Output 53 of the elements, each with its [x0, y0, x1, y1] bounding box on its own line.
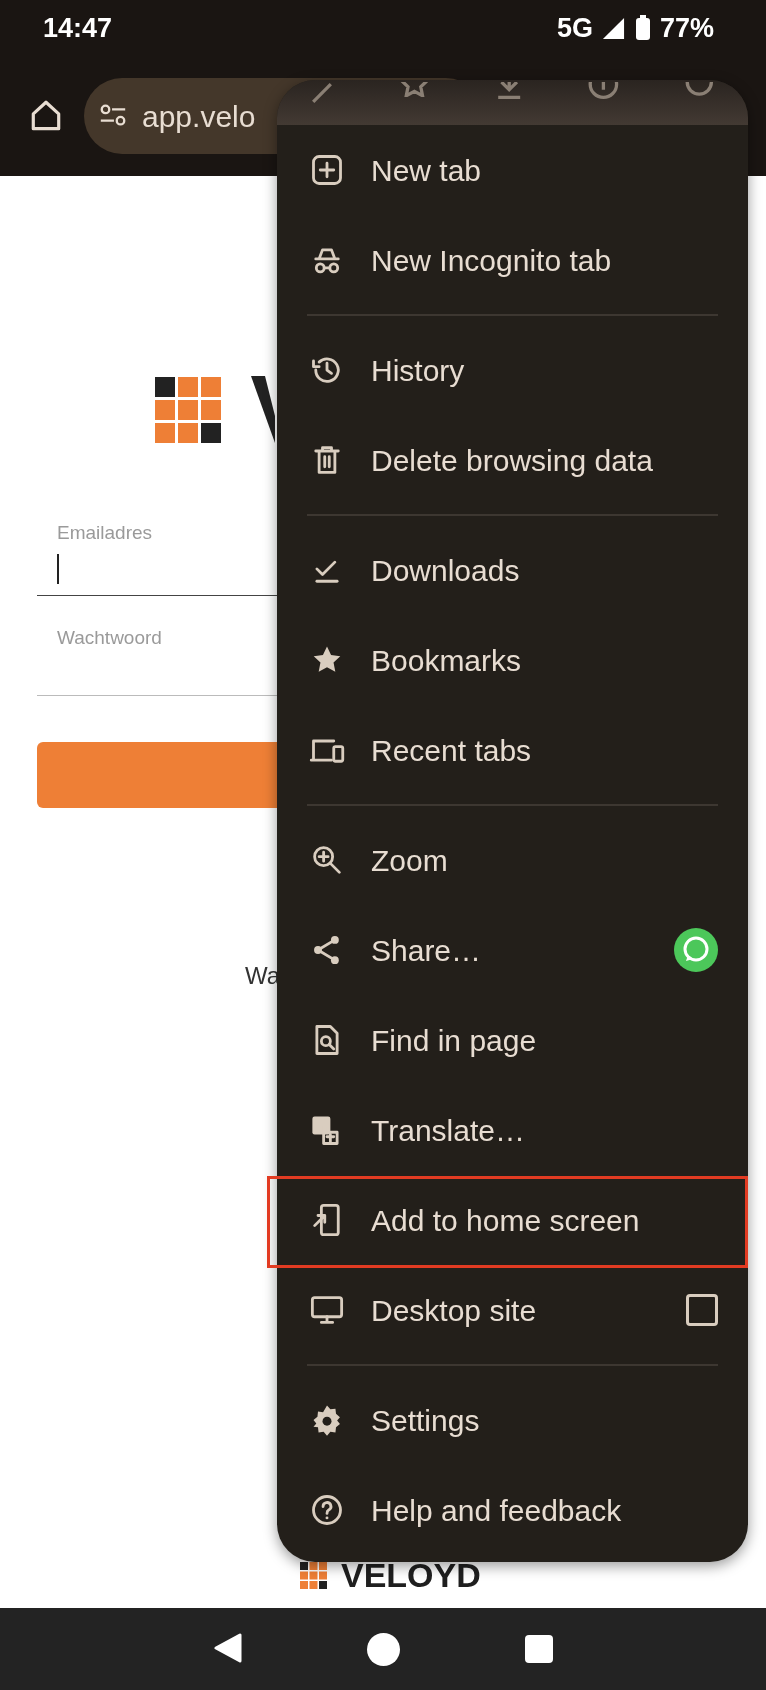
menu-item-label: Desktop site [371, 1292, 538, 1329]
menu-item[interactable]: Share… [277, 905, 748, 995]
forward-icon [311, 82, 333, 104]
menu-item[interactable]: New Incognito tab [277, 215, 748, 305]
menu-item[interactable]: Settings [277, 1375, 748, 1465]
menu-item[interactable]: Zoom [277, 815, 748, 905]
battery-icon [633, 14, 652, 42]
menu-item-label: Find in page [371, 1022, 538, 1059]
url-text: app.velo [142, 98, 256, 135]
refresh-icon [685, 82, 714, 97]
menu-item[interactable]: Find in page [277, 995, 748, 1085]
logo-mark-drawing [251, 376, 275, 443]
battery-percentage: 77% [659, 11, 714, 45]
menu-item-label: History [371, 352, 466, 389]
plus-square-icon [309, 152, 345, 188]
status-time: 14:47 [43, 11, 113, 45]
menu-item-label: Delete browsing data [371, 442, 654, 479]
menu-item[interactable]: Help and feedback [277, 1465, 748, 1555]
star-outline-icon [399, 82, 430, 98]
recents-icon [524, 1634, 555, 1664]
menu-item-label: New tab [371, 152, 483, 189]
info-icon [588, 82, 620, 100]
menu-item[interactable]: Translate… [277, 1085, 748, 1175]
network-type: 5G [556, 11, 593, 45]
menu-item[interactable]: History [277, 325, 748, 415]
menu-item[interactable]: New tab [277, 125, 748, 215]
logo-grid-icon [155, 376, 221, 443]
menu-item-label: Help and feedback [371, 1492, 623, 1529]
download-icon [496, 82, 523, 100]
help-icon [309, 1492, 345, 1528]
chat-app-icon [674, 928, 718, 972]
signal-icon [600, 15, 626, 41]
menu-item-label: Add to home screen [371, 1202, 641, 1239]
password-label: Wachtwoord [57, 627, 162, 648]
text-cursor [57, 553, 59, 584]
menu-item[interactable]: Delete browsing data [277, 415, 748, 505]
menu-item-label: Downloads [371, 552, 521, 589]
email-label: Emailadres [56, 521, 154, 545]
menu-item[interactable]: Desktop site [277, 1265, 748, 1355]
menu-item[interactable]: Recent tabs [277, 705, 748, 795]
menu-item-label: Settings [371, 1402, 481, 1439]
menu-item-label: New Incognito tab [371, 242, 613, 279]
menu-item-label: Bookmarks [371, 642, 523, 679]
home-circle-icon [367, 1632, 401, 1666]
recents-button[interactable] [524, 1634, 555, 1664]
menu-item[interactable]: Add to home screen [277, 1175, 748, 1265]
menu-item-label: Translate… [371, 1112, 526, 1149]
menu-item-label: Recent tabs [371, 732, 533, 769]
checkbox[interactable] [686, 1294, 718, 1326]
menu-item-label: Zoom [371, 842, 449, 879]
footer-logo-text: VELOYD [341, 1558, 481, 1592]
menu-item-label: Share… [371, 932, 483, 969]
home-button[interactable] [367, 1632, 401, 1666]
